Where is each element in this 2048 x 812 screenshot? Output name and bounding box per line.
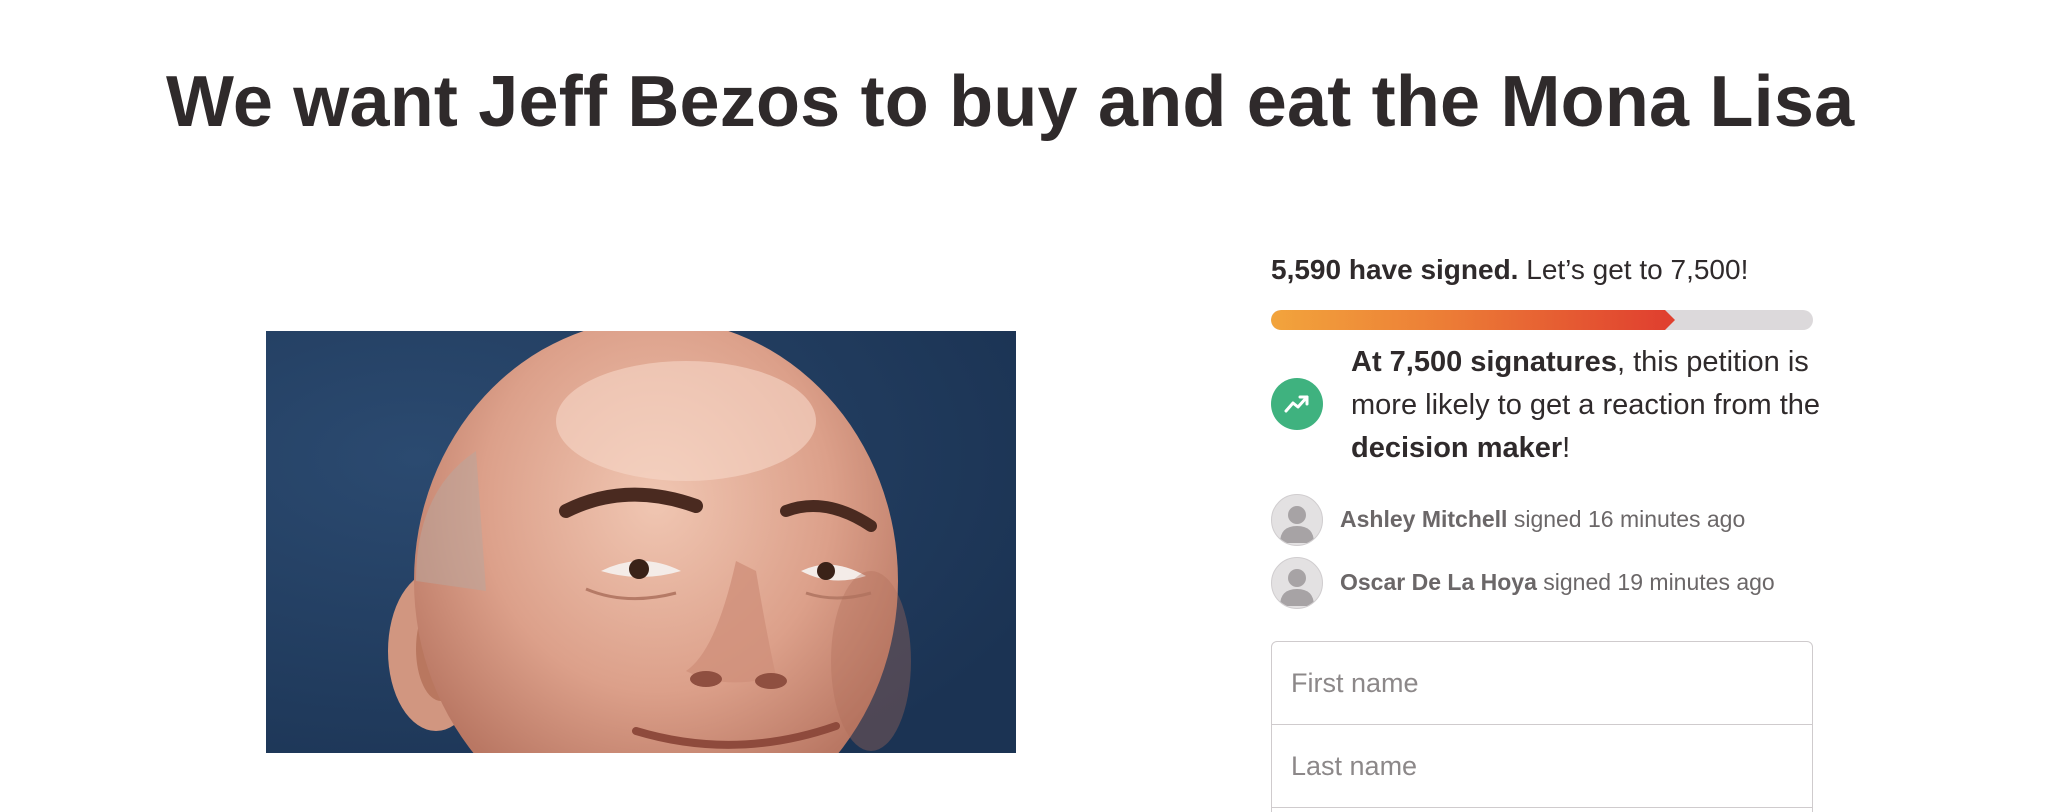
recent-signer: Ashley Mitchell signed 16 minutes ago (1271, 494, 1813, 546)
signature-count: 5,590 have signed. Let’s get to 7,500! (1271, 250, 1748, 290)
avatar (1271, 557, 1323, 609)
recent-signer-text: Ashley Mitchell signed 16 minutes ago (1340, 502, 1745, 536)
signature-progress-bar (1271, 310, 1813, 330)
avatar (1271, 494, 1323, 546)
signature-progress-tip (1664, 310, 1675, 330)
last-name-field[interactable] (1272, 725, 1812, 808)
signer-name: Ashley Mitchell (1340, 506, 1508, 532)
sign-form (1271, 641, 1813, 812)
petition-photo (266, 331, 1016, 753)
decision-maker-text: decision maker (1351, 432, 1563, 464)
milestone-text: At 7,500 signatures, this petition is mo… (1351, 341, 1821, 470)
petition-page: We want Jeff Bezos to buy and eat the Mo… (0, 0, 2048, 812)
milestone-end: ! (1562, 432, 1571, 464)
default-user-icon (1280, 506, 1314, 543)
signer-time: signed 19 minutes ago (1536, 569, 1775, 595)
recent-signer-text: Oscar De La Hoya signed 19 minutes ago (1340, 565, 1775, 599)
signed-count-text: 5,590 have signed. (1271, 254, 1519, 285)
signature-goal-text: Let’s get to 7,500! (1518, 254, 1749, 285)
recent-signer: Oscar De La Hoya signed 19 minutes ago (1271, 557, 1813, 609)
signature-progress-fill (1271, 310, 1665, 330)
default-user-icon (1280, 569, 1314, 606)
signature-panel: 5,590 have signed. Let’s get to 7,500! A… (1271, 0, 1820, 812)
first-name-field[interactable] (1272, 642, 1812, 725)
signer-time: signed 16 minutes ago (1507, 506, 1746, 532)
milestone-bold-lead: At 7,500 signatures (1351, 346, 1617, 378)
trending-up-icon (1271, 378, 1323, 430)
milestone-message: At 7,500 signatures, this petition is mo… (1271, 341, 1820, 471)
signer-name: Oscar De La Hoya (1340, 569, 1537, 595)
